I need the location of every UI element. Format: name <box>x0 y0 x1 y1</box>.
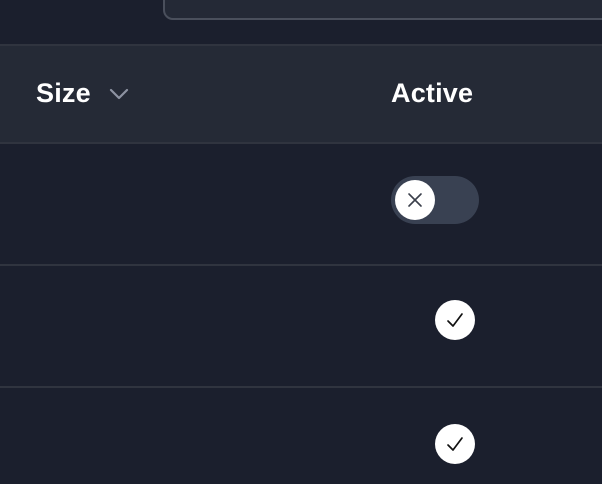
checkmark-icon <box>447 313 463 327</box>
active-toggle[interactable] <box>391 176 479 224</box>
table-header: Size Active <box>0 46 602 144</box>
column-label-active: Active <box>391 78 474 108</box>
column-label-size: Size <box>36 78 91 108</box>
active-indicator[interactable] <box>435 424 475 464</box>
checkmark-icon <box>447 437 463 451</box>
column-header-active: Active <box>391 78 473 109</box>
table-row <box>0 388 602 484</box>
close-icon <box>408 193 422 207</box>
table-row <box>0 266 602 388</box>
active-indicator[interactable] <box>435 300 475 340</box>
toggle-knob <box>395 180 435 220</box>
column-header-size[interactable]: Size <box>36 78 131 109</box>
search-input[interactable] <box>163 0 602 20</box>
chevron-down-icon[interactable] <box>107 82 131 106</box>
top-bar <box>0 0 602 46</box>
table-row <box>0 144 602 266</box>
